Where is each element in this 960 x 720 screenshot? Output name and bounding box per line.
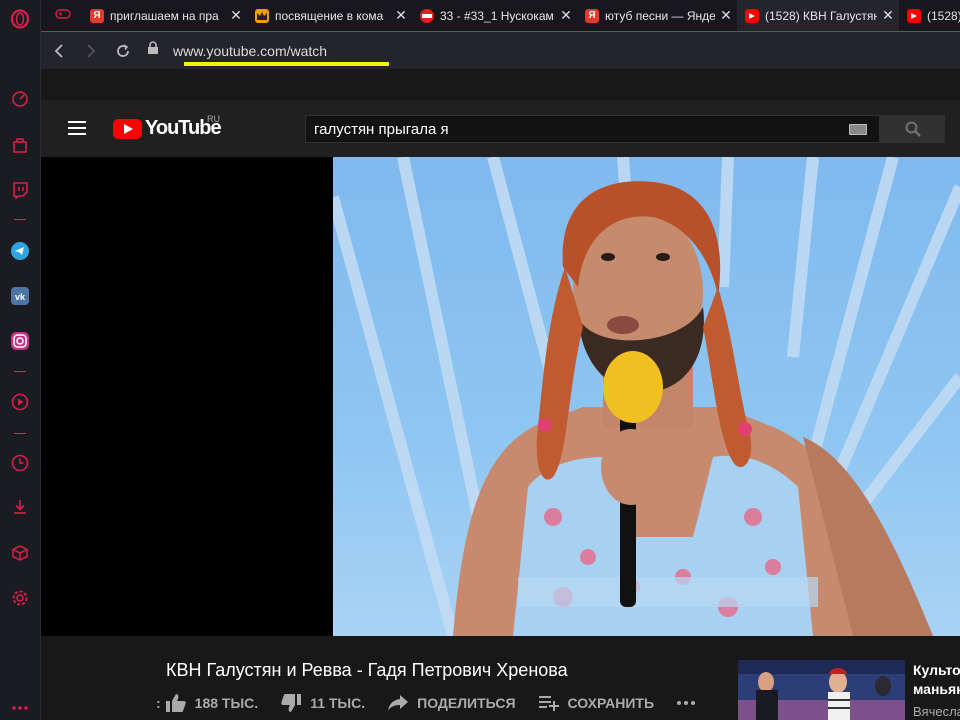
video-player[interactable] — [333, 157, 960, 636]
blocked-icon — [420, 8, 434, 23]
thumbs-up-icon — [165, 694, 186, 712]
opera-sidebar: vk — [0, 0, 41, 720]
search-box — [305, 115, 880, 143]
tab-title: (1528) КВН Галустян — [765, 8, 877, 23]
search-icon — [905, 121, 921, 137]
youtube-header: YouTube RU — [41, 100, 960, 157]
close-tab-icon[interactable]: ✕ — [877, 7, 899, 24]
recommended-video-channel[interactable]: Вячесла — [913, 704, 960, 719]
search-input[interactable] — [314, 120, 834, 138]
close-tab-icon[interactable]: ✕ — [225, 7, 247, 24]
url-field[interactable]: www.youtube.com/watch — [173, 43, 327, 59]
yandex-icon: Я — [90, 8, 104, 23]
overflow-ellipsis: : — [156, 695, 161, 711]
twitch-icon[interactable] — [10, 180, 30, 200]
tab-gx-corner[interactable] — [45, 0, 81, 31]
keyboard-icon[interactable] — [849, 124, 867, 135]
youtube-icon — [745, 8, 759, 23]
youtube-play-icon — [113, 118, 142, 139]
recommended-video-title[interactable]: Культо маньяк — [913, 661, 960, 699]
dislike-button[interactable]: 11 ТЫС. — [280, 693, 365, 713]
opera-logo-icon[interactable] — [10, 9, 30, 29]
telegram-icon[interactable] — [10, 241, 30, 261]
svg-text:vk: vk — [15, 292, 26, 302]
share-button[interactable]: ПОДЕЛИТЬСЯ — [387, 694, 516, 712]
history-icon[interactable] — [10, 453, 30, 473]
youtube-logo[interactable]: YouTube — [113, 117, 222, 140]
instagram-icon[interactable] — [10, 331, 30, 351]
tab-title: (1528) — [927, 8, 960, 23]
forward-arrow-icon — [87, 43, 96, 58]
address-bar: www.youtube.com/watch — [41, 31, 960, 69]
tab-title: посвящение в кома — [275, 8, 384, 23]
more-options-icon[interactable] — [10, 698, 30, 718]
tab-5[interactable]: (1528) — [899, 0, 960, 31]
tab-strip: Я приглашаем на пра ✕ посвящение в кома … — [41, 0, 960, 31]
extensions-icon[interactable] — [10, 543, 30, 563]
tab-2[interactable]: 33 - #33_1 Нускокам ✕ — [412, 0, 577, 31]
share-arrow-icon — [388, 695, 409, 711]
dislike-count: 11 ТЫС. — [310, 695, 366, 711]
close-tab-icon[interactable]: ✕ — [390, 7, 412, 24]
url-highlight-underline — [184, 62, 389, 66]
recommended-video-thumbnail[interactable] — [738, 660, 905, 720]
save-label: СОХРАНИТЬ — [567, 695, 655, 711]
save-button[interactable]: СОХРАНИТЬ — [538, 694, 654, 712]
bag-icon[interactable] — [10, 135, 30, 155]
settings-gear-icon[interactable] — [10, 588, 30, 608]
reload-button[interactable] — [107, 36, 139, 66]
sidebar-separator — [14, 433, 26, 434]
back-button[interactable] — [43, 36, 75, 66]
video-frame-image — [333, 157, 960, 636]
like-button[interactable]: 188 ТЫС. — [165, 693, 259, 713]
video-title: КВН Галустян и Ревва - Гадя Петрович Хре… — [166, 660, 568, 680]
download-icon[interactable] — [10, 497, 30, 517]
video-actions: : 188 ТЫС. 11 ТЫС. ПОДЕЛИТЬСЯ СОХРАНИТЬ — [156, 693, 726, 713]
sidebar-separator — [14, 219, 26, 220]
region-label: RU — [207, 114, 220, 124]
tab-1[interactable]: посвящение в кома ✕ — [247, 0, 412, 31]
gamepad-icon — [55, 8, 71, 23]
search-button[interactable] — [880, 115, 945, 143]
player-icon[interactable] — [10, 392, 30, 412]
reload-icon — [117, 43, 129, 57]
tab-title: приглашаем на пра — [110, 8, 219, 23]
video-info-area: КВН Галустян и Ревва - Гадя Петрович Хре… — [41, 636, 960, 720]
tab-0[interactable]: Я приглашаем на пра ✕ — [82, 0, 247, 31]
youtube-icon — [907, 8, 921, 23]
playlist-add-icon — [538, 696, 559, 711]
more-horizontal-icon — [677, 701, 696, 705]
like-count: 188 ТЫС. — [194, 695, 259, 711]
tab-title: 33 - #33_1 Нускокам — [440, 8, 554, 23]
thumbs-down-icon — [281, 694, 302, 712]
close-tab-icon[interactable]: ✕ — [715, 7, 737, 24]
vk-icon[interactable]: vk — [10, 286, 30, 306]
video-letterbox — [41, 157, 333, 636]
more-actions-button[interactable] — [676, 700, 704, 706]
close-tab-icon[interactable]: ✕ — [555, 7, 577, 24]
yandex-icon: Я — [585, 8, 599, 23]
forward-button[interactable] — [75, 36, 107, 66]
lock-icon[interactable] — [147, 41, 159, 60]
thumbnail-image — [738, 660, 905, 720]
sidebar-separator — [14, 371, 26, 372]
share-label: ПОДЕЛИТЬСЯ — [417, 695, 516, 711]
tab-4-active[interactable]: (1528) КВН Галустян ✕ — [737, 0, 899, 31]
speed-dial-icon[interactable] — [10, 89, 30, 109]
back-arrow-icon — [54, 43, 63, 58]
crown-icon — [255, 8, 269, 23]
tab-title: ютуб песни — Янде — [605, 8, 715, 23]
menu-icon[interactable] — [68, 121, 86, 139]
tab-3[interactable]: Я ютуб песни — Янде ✕ — [577, 0, 737, 31]
